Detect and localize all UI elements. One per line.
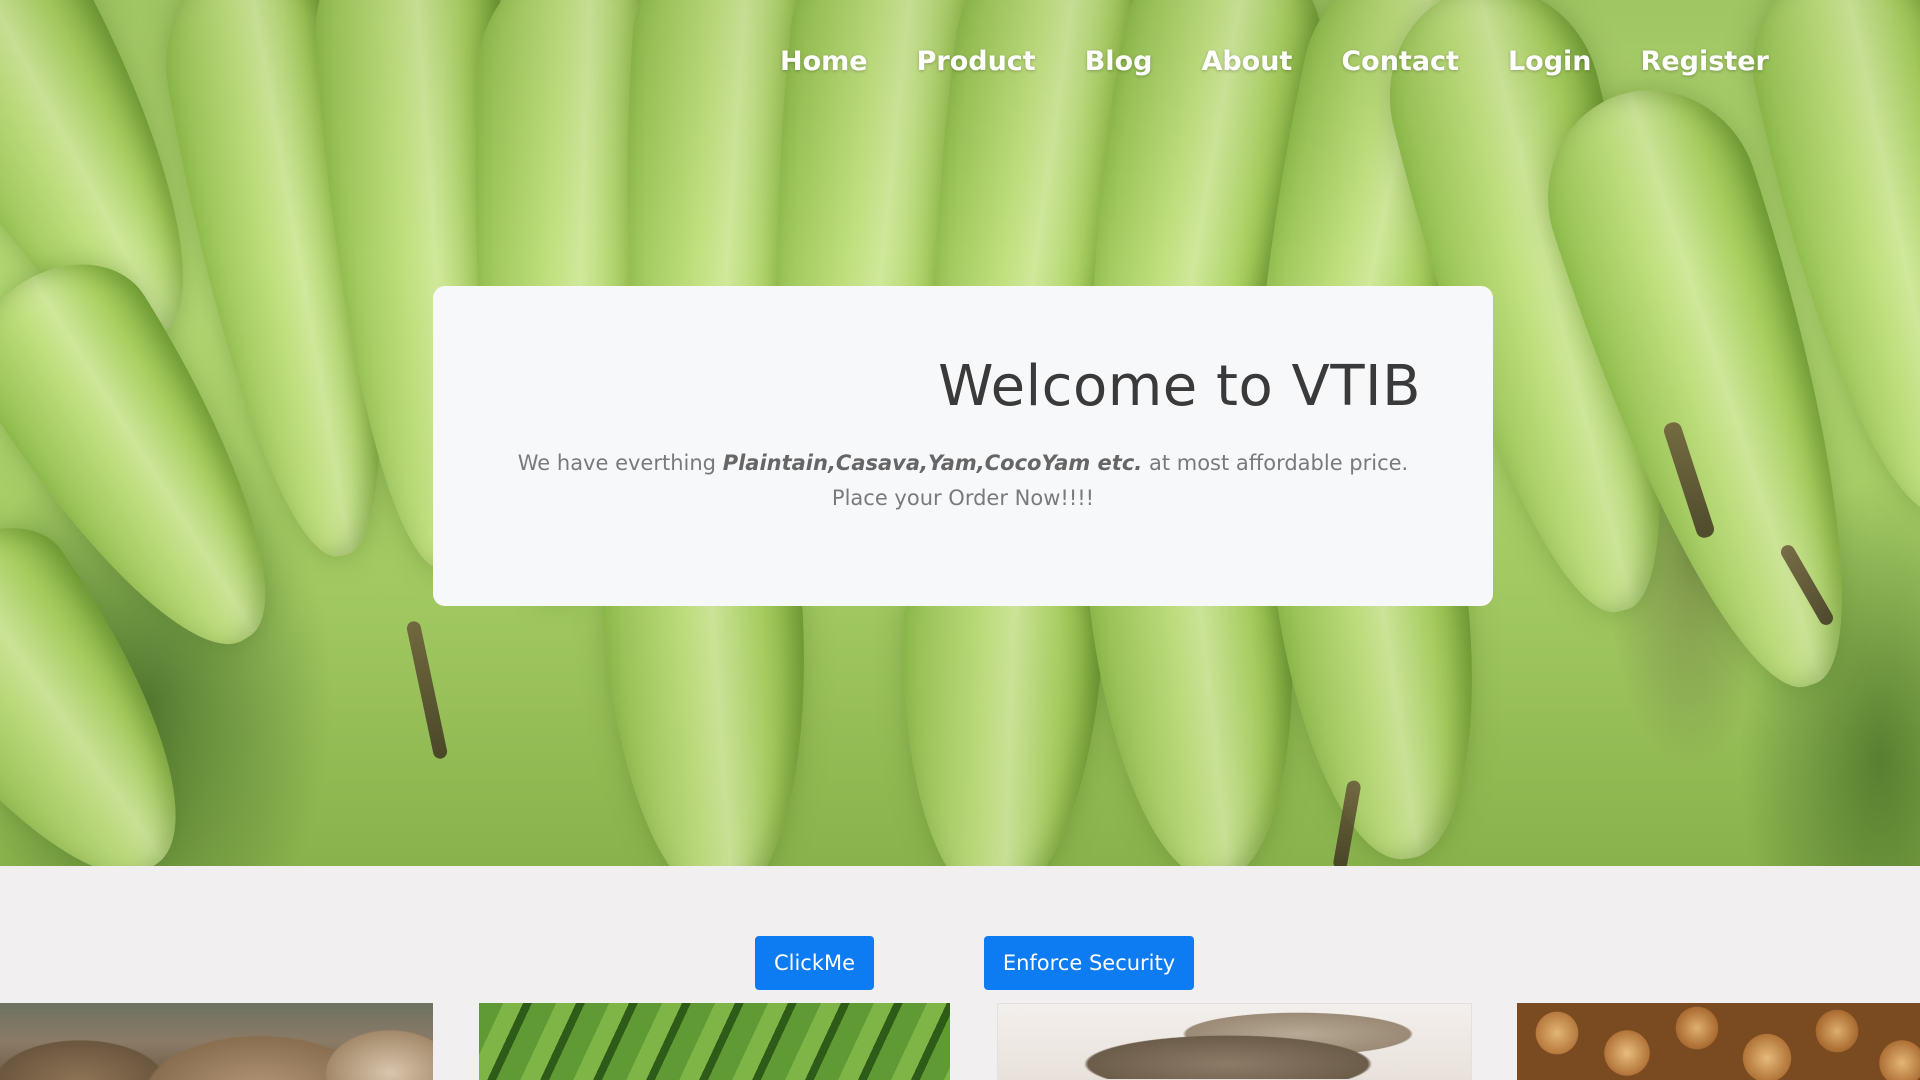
nav-blog-link[interactable]: Blog <box>1085 42 1153 82</box>
lead-suffix: at most affordable price. <box>1142 451 1409 475</box>
product-image-groundnut[interactable] <box>1517 1003 1920 1080</box>
welcome-card: Welcome to VTIB We have everthing Plaint… <box>433 286 1493 606</box>
clickme-button[interactable]: ClickMe <box>755 936 874 990</box>
enforce-security-button[interactable]: Enforce Security <box>984 936 1194 990</box>
nav-about-link[interactable]: About <box>1201 42 1292 82</box>
nav-product-link[interactable]: Product <box>917 42 1036 82</box>
product-image-plantain[interactable] <box>479 1003 950 1080</box>
nav-home-link[interactable]: Home <box>780 42 868 82</box>
welcome-title: Welcome to VTIB <box>938 354 1421 419</box>
lead-prefix: We have everthing <box>517 451 723 475</box>
product-image-yam[interactable] <box>997 1003 1472 1080</box>
lead-call-to-action: Place your Order Now!!!! <box>831 486 1095 510</box>
nav-login-link[interactable]: Login <box>1508 42 1592 82</box>
welcome-lead: We have everthing Plaintain,Casava,Yam,C… <box>433 446 1493 516</box>
nav-contact-link[interactable]: Contact <box>1341 42 1459 82</box>
lead-products: Plaintain,Casava,Yam,CocoYam etc. <box>722 451 1143 475</box>
product-image-cassava[interactable] <box>0 1003 433 1080</box>
nav-register-link[interactable]: Register <box>1641 42 1769 82</box>
main-nav: Home Product Blog About Contact Login Re… <box>780 42 1769 82</box>
